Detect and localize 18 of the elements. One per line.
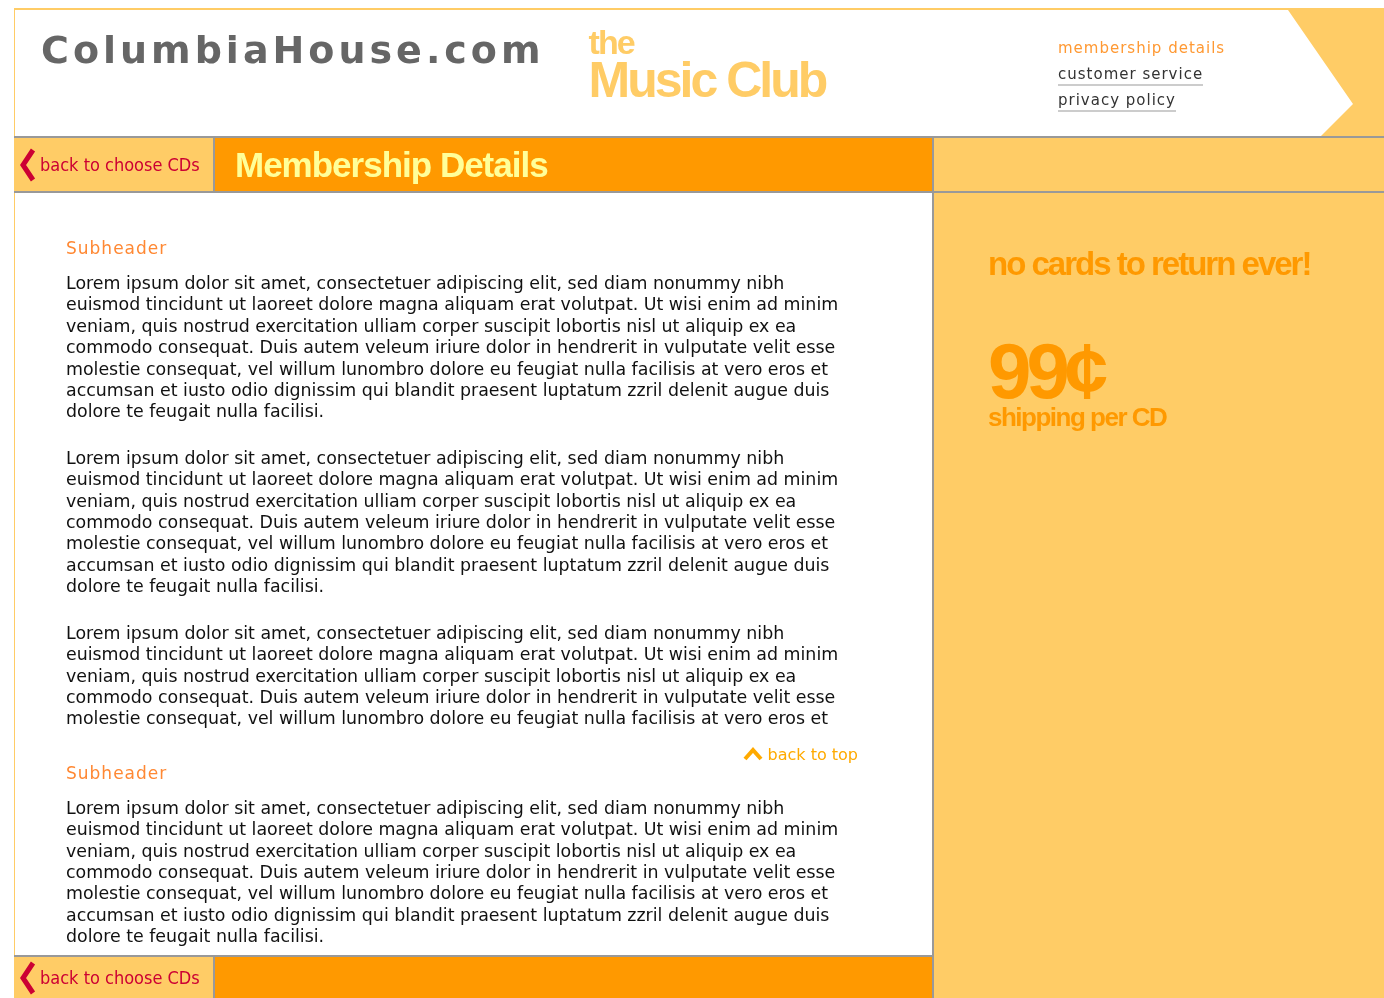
chevron-left-icon xyxy=(20,147,36,182)
chevron-left-icon xyxy=(20,960,36,995)
body-paragraph: Lorem ipsum dolor sit amet, consectetuer adipiscing elit, sed diam nonummy nibh euismod tincidunt ut laoreet dolore magna aliquam erat volutpat. Ut wisi enim ad minim veniam, quis nostrud exercitation ulliam corper suscipit lobortis nisl ut aliquip ex ea commodo consequat. Duis autem veleum iriure dolor in hendrerit in vulputate velit esse molestie consequat, vel willum lunombro dolore eu feugiat nulla facilisis at vero eros et accumsan et iusto odio dignissim qui blandit praesent luptatum zzril delenit augue duis dolore te feugait nulla facilisi. xyxy=(66,273,840,423)
section-subheader: Subheader xyxy=(66,237,169,259)
site-logo[interactable]: ColumbiaHouse.com xyxy=(41,28,545,72)
nav-link[interactable]: customer service xyxy=(1058,64,1204,86)
body-paragraph: Lorem ipsum dolor sit amet, consectetuer adipiscing elit, sed diam nonummy nibh euismod tincidunt ut laoreet dolore magna aliquam erat volutpat. Ut wisi enim ad minim veniam, quis nostrud exercitation ulliam corper suscipit lobortis nisl ut aliquip ex ea commodo consequat. Duis autem veleum iriure dolor in hendrerit in vulputate velit esse molestie consequat, vel willum lunombro dolore eu feugiat nulla facilisis at vero eros et xyxy=(66,622,840,730)
nav-link[interactable]: membership details xyxy=(1058,38,1226,60)
chevron-up-icon xyxy=(742,747,763,762)
body-paragraph: Lorem ipsum dolor sit amet, consectetuer adipiscing elit, sed diam nonummy nibh euismod tincidunt ut laoreet dolore magna aliquam erat volutpat. Ut wisi enim ad minim veniam, quis nostrud exercitation ulliam corper suscipit lobortis nisl ut aliquip ex ea commodo consequat. Duis autem veleum iriure dolor in hendrerit in vulputate velit esse molestie consequat, vel willum lunombro dolore eu feugiat nulla facilisis at vero eros et accumsan et iusto odio dignissim qui blandit praesent luptatum zzril delenit augue duis dolore te feugait nulla facilisi. xyxy=(66,447,840,598)
page-title: Membership Details xyxy=(235,144,548,185)
nav-link[interactable]: privacy policy xyxy=(1058,90,1176,112)
back-link[interactable]: back to choose CDs xyxy=(20,147,200,182)
tagline: no cards to return ever! xyxy=(988,244,1311,284)
price-note: shipping per CD xyxy=(988,403,1167,431)
back-link[interactable]: back to choose CDs xyxy=(20,960,200,995)
body-paragraph: Lorem ipsum dolor sit amet, consectetuer adipiscing elit, sed diam nonummy nibh euismod tincidunt ut laoreet dolore magna aliquam erat volutpat. Ut wisi enim ad minim veniam, quis nostrud exercitation ulliam corper suscipit lobortis nisl ut aliquip ex ea commodo consequat. Duis autem veleum iriure dolor in hendrerit in vulputate velit esse molestie consequat, vel willum lunombro dolore eu feugiat nulla facilisis at vero eros et accumsan et iusto odio dignissim qui blandit praesent luptatum zzril delenit augue duis dolore te feugait nulla facilisi. xyxy=(66,797,840,948)
section-subheader: Subheader xyxy=(66,761,169,784)
